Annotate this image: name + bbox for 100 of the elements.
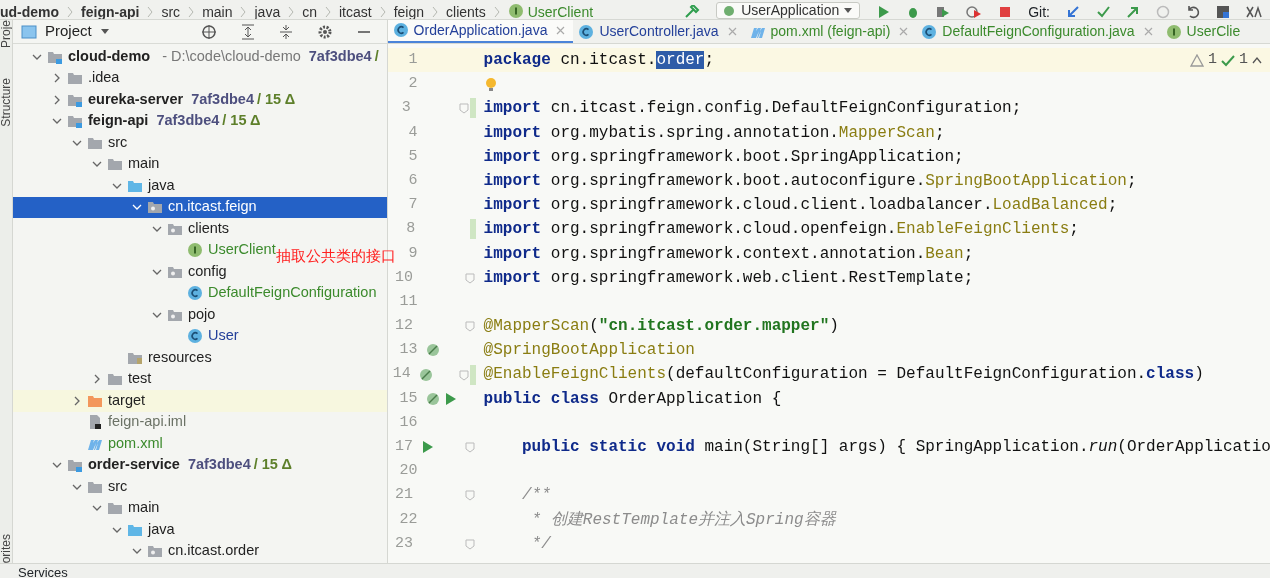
interface-icon	[187, 242, 203, 259]
line-number: 20	[398, 461, 418, 482]
bean-icon	[425, 391, 440, 406]
tree-item[interactable]: main	[128, 497, 160, 520]
chevron-right-icon[interactable]	[72, 395, 82, 406]
panel-title[interactable]: Project	[45, 20, 92, 43]
tree-item[interactable]: pom.xml	[108, 432, 163, 455]
tree-item[interactable]: java	[148, 518, 175, 541]
line-number: 5	[407, 146, 418, 167]
tool-window-tab[interactable]: Services	[18, 565, 68, 578]
chevron-icon	[378, 6, 387, 18]
breadcrumb[interactable]: main	[202, 5, 233, 19]
breadcrumb[interactable]: cn	[302, 5, 317, 19]
tree-item[interactable]: DefaultFeignConfiguration	[208, 282, 377, 305]
bulb-icon[interactable]	[483, 77, 498, 92]
editor-tab[interactable]: pom.xml (feign-api)	[744, 20, 917, 43]
tree-item[interactable]: target	[108, 389, 146, 412]
stop-icon[interactable]	[998, 5, 1013, 19]
line-number: 10	[394, 267, 414, 288]
code-line: */	[530, 533, 551, 555]
code-line: @SpringBootApplication	[483, 340, 695, 362]
profiler-icon[interactable]	[966, 5, 983, 19]
chevron-up-icon[interactable]	[1252, 56, 1262, 65]
tree-item[interactable]: main	[128, 153, 160, 176]
code-line: import org.springframework.boot.SpringApplication;	[483, 146, 964, 168]
chevron-right-icon[interactable]	[52, 73, 62, 84]
tree-item[interactable]: feign-api	[88, 110, 149, 133]
breadcrumb[interactable]: feign	[393, 5, 424, 19]
line-number: 6	[407, 170, 418, 191]
tree-item[interactable]: pojo	[188, 303, 216, 326]
push-arrow-icon[interactable]	[1126, 5, 1140, 19]
chevron-right-icon[interactable]	[52, 94, 62, 105]
package-icon	[147, 543, 163, 560]
settings-icon[interactable]	[316, 23, 333, 40]
warning-count[interactable]: 1	[1207, 48, 1217, 73]
translate-icon[interactable]	[1246, 5, 1262, 19]
update-arrow-icon[interactable]	[1066, 5, 1080, 19]
editor-tab[interactable]: UserClie	[1160, 20, 1249, 43]
bean-icon	[418, 367, 433, 382]
chevron-icon	[492, 6, 501, 18]
vcs-changes: / 15 Δ	[253, 455, 292, 475]
undo-icon[interactable]	[1186, 5, 1200, 19]
tree-item[interactable]: eureka-server	[88, 88, 184, 111]
breadcrumb[interactable]: clients	[446, 5, 486, 19]
expand-all-icon[interactable]	[240, 23, 255, 40]
tree-item[interactable]: User	[208, 325, 239, 348]
caret-icon[interactable]	[99, 27, 110, 36]
warning-icon	[1189, 53, 1204, 67]
chevron-right-icon[interactable]	[92, 374, 102, 385]
tree-item[interactable]: resources	[148, 346, 212, 369]
run-config-dropdown[interactable]: UserApplication	[716, 2, 861, 19]
editor-tab[interactable]: UserController.java	[573, 20, 745, 43]
check-icon[interactable]	[1096, 5, 1110, 19]
vcs-revision: 7af3dbe4	[308, 46, 372, 66]
tree-item[interactable]: config	[188, 260, 227, 283]
line-number: 8	[405, 219, 416, 240]
tree-item[interactable]: src	[108, 131, 128, 154]
hammer-icon[interactable]	[684, 5, 701, 19]
tree-item[interactable]: UserClient	[208, 239, 276, 262]
tree-item[interactable]: cloud-demo	[68, 45, 151, 68]
tab-label: UserController.java	[599, 22, 719, 41]
code-line: import org.springframework.cloud.client.loadbalancer.LoadBalanced;	[483, 195, 1118, 217]
editor-tab[interactable]: OrderApplication.java	[387, 20, 574, 43]
tree-item[interactable]: clients	[188, 217, 230, 240]
change-marker	[469, 98, 476, 119]
line-number: 11	[398, 291, 418, 312]
breadcrumb[interactable]: feign-api	[81, 5, 140, 19]
tree-item[interactable]: .idea	[88, 67, 120, 90]
vcs-revision: 7af3dbe4	[187, 455, 251, 475]
line-number: 13	[398, 340, 418, 361]
tree-item[interactable]: feign-api.iml	[108, 411, 187, 434]
code-line: import org.springframework.cloud.openfeign.EnableFeignClients;	[483, 219, 1079, 241]
code-line: public static void main(String[] args) { SpringApplication.run(OrderApplicatio	[522, 437, 1270, 458]
class-icon	[187, 328, 203, 345]
class-icon	[578, 23, 595, 40]
locate-icon[interactable]	[200, 23, 217, 40]
breadcrumb[interactable]: java	[254, 5, 281, 19]
tree-item[interactable]: java	[148, 174, 175, 197]
breadcrumb[interactable]: UserClient	[527, 5, 594, 19]
collapse-all-icon[interactable]	[278, 23, 293, 40]
run-icon[interactable]	[443, 391, 458, 406]
module-folder-icon	[67, 113, 83, 130]
breadcrumb[interactable]: itcast	[338, 5, 372, 19]
passed-count[interactable]: 1	[1239, 48, 1248, 73]
breadcrumb[interactable]: src	[161, 5, 181, 19]
tree-item[interactable]: src	[108, 475, 128, 498]
line-number: 4	[407, 122, 418, 143]
layout-icon[interactable]	[1216, 5, 1230, 19]
git-label: Git:	[1028, 5, 1050, 19]
breadcrumb[interactable]: ud-demo	[0, 5, 60, 19]
tree-item[interactable]: test	[128, 368, 152, 391]
tree-item[interactable]: order-service	[88, 454, 180, 477]
tab-label: OrderApplication.java	[413, 20, 548, 40]
class-icon	[921, 23, 938, 40]
coverage-icon[interactable]	[936, 5, 951, 19]
code-line: public class OrderApplication {	[483, 388, 782, 410]
tree-item[interactable]: cn.itcast.feign	[168, 196, 257, 219]
vcs-changes: / 15 Δ	[257, 89, 296, 109]
tree-item[interactable]: cn.itcast.order	[168, 540, 260, 563]
editor-tab[interactable]: DefaultFeignConfiguration.java	[916, 20, 1161, 43]
